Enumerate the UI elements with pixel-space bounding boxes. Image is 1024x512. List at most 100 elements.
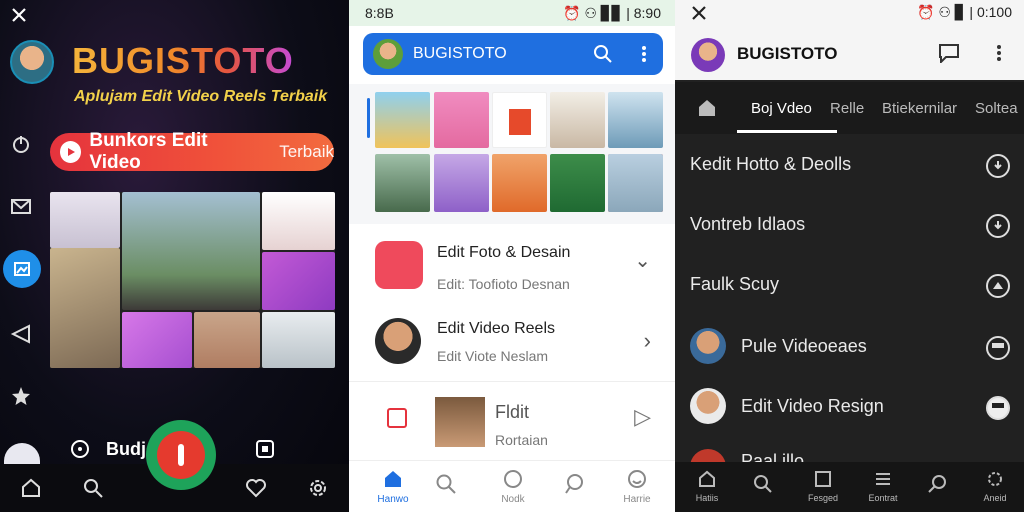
menu-item-label: Edit Video Resign	[741, 396, 884, 416]
list-item[interactable]: Edit Foto & Desain Edit: Toofioto Desnan…	[349, 226, 675, 304]
eject-icon[interactable]	[986, 274, 1010, 298]
collage-photo[interactable]	[122, 312, 192, 368]
bookmark-icon[interactable]	[387, 408, 407, 428]
square-icon[interactable]	[255, 439, 275, 459]
toggle-icon[interactable]	[986, 336, 1010, 360]
mail-icon[interactable]	[10, 195, 32, 217]
list-item[interactable]: Fldit Rortaian ▷	[349, 386, 675, 458]
collage-photo[interactable]	[122, 192, 260, 310]
grid-thumb[interactable]	[550, 154, 605, 212]
collage-photo[interactable]	[50, 192, 120, 248]
nav-explore[interactable]: Nodk	[491, 469, 535, 505]
grid-thumb[interactable]	[492, 92, 547, 148]
nav-label: Harrie	[623, 494, 651, 505]
status-icons: ⏰ ⚇ ▊ | 0:100	[917, 4, 1012, 20]
chat-bubble-icon[interactable]	[938, 43, 960, 63]
download-icon[interactable]	[986, 214, 1010, 238]
settings-icon[interactable]	[307, 477, 329, 499]
nav-home[interactable]: Hatiis	[689, 470, 725, 503]
promo-pill-button[interactable]: Bunkors Edit Video Terbaik	[50, 130, 334, 173]
nav-label: Hatiis	[695, 493, 719, 503]
nav-profile[interactable]: Harrie	[615, 469, 659, 505]
saved-icon	[815, 471, 831, 487]
tab-trending[interactable]: Btiekernilar	[882, 100, 957, 117]
play-outline-icon[interactable]: ▷	[634, 404, 651, 430]
star-icon[interactable]	[10, 385, 32, 407]
menu-item[interactable]: Edit Video Resign	[675, 382, 1024, 432]
search-icon[interactable]	[593, 44, 613, 64]
app-title: BUGISTOTO	[72, 40, 294, 81]
clock-icon[interactable]	[70, 439, 90, 459]
nav-chat[interactable]	[563, 473, 585, 500]
avatar[interactable]	[10, 40, 54, 84]
nav-home[interactable]: Hanwo	[371, 469, 415, 505]
menu-item[interactable]: Vontreb Idlaos	[675, 200, 1024, 250]
scroll-indicator[interactable]	[367, 98, 370, 138]
list-item-subtitle: Edit: Toofioto Desnan	[437, 276, 570, 292]
menu-item[interactable]: Faulk Scuy	[675, 260, 1024, 310]
panel-bugistoto-light: 8:8B ⏰ ⚇ ▊▊ | 8:90 BUGISTOTO Edit Foto &…	[349, 0, 675, 512]
close-icon[interactable]	[691, 5, 707, 21]
grid-thumb[interactable]	[375, 154, 430, 212]
status-bar: 8:8B ⏰ ⚇ ▊▊ | 8:90	[349, 0, 675, 26]
home-icon[interactable]	[20, 477, 42, 499]
download-icon[interactable]	[986, 154, 1010, 178]
power-icon[interactable]	[10, 133, 32, 155]
tab-saved[interactable]: Soltea	[975, 100, 1018, 117]
list-item-subtitle: Edit Viote Neslam	[437, 348, 549, 364]
list-item[interactable]: Edit Video Reels Edit Viote Neslam ›	[349, 304, 675, 382]
list-item-subtitle: Rortaian	[495, 432, 548, 448]
grid-thumb[interactable]	[492, 154, 547, 212]
nav-saved[interactable]: Fesged	[803, 470, 843, 503]
collage-photo[interactable]	[262, 192, 335, 250]
smile-icon	[628, 470, 646, 488]
avatar[interactable]	[691, 38, 725, 72]
record-button[interactable]	[146, 420, 216, 490]
chevron-down-icon[interactable]: ⌄	[634, 248, 651, 273]
image-icon[interactable]	[3, 250, 41, 288]
nav-contacts[interactable]: Eontrat	[861, 470, 905, 503]
chat-icon	[565, 474, 583, 494]
nav-label: Aneid	[983, 493, 1007, 503]
chevron-right-icon[interactable]: ›	[644, 328, 651, 354]
list-item-title: Edit Video Reels	[437, 320, 555, 337]
collage-photo[interactable]	[262, 252, 335, 310]
nav-search[interactable]	[753, 474, 773, 499]
grid-thumb[interactable]	[550, 92, 605, 148]
promo-pill-primary: Bunkors Edit Video	[89, 130, 208, 173]
menu-item[interactable]: Kedit Hotto & Deolls	[675, 140, 1024, 190]
thumbnail-grid	[349, 84, 675, 224]
collage-photo[interactable]	[50, 248, 120, 368]
home-icon[interactable]	[697, 98, 717, 118]
nav-search[interactable]	[435, 473, 457, 500]
status-icons: ⏰ ⚇ ▊▊ | 8:90	[563, 5, 661, 21]
nav-pin[interactable]	[927, 474, 947, 499]
menu-item-label: Vontreb Idlaos	[690, 214, 806, 234]
grid-thumb[interactable]	[434, 92, 489, 148]
tab-reels[interactable]: Relle	[830, 100, 864, 117]
nav-label: Fesged	[807, 493, 839, 503]
grid-thumb[interactable]	[608, 154, 663, 212]
collage-photo[interactable]	[262, 312, 335, 368]
menu-item[interactable]: Pule Videoeaes	[675, 322, 1024, 372]
camera-app-icon	[375, 241, 423, 289]
nav-settings[interactable]: Aneid	[977, 470, 1013, 503]
search-icon[interactable]	[82, 477, 104, 499]
avatar[interactable]	[373, 39, 403, 69]
close-icon[interactable]	[10, 6, 28, 24]
grid-thumb[interactable]	[375, 92, 430, 148]
collage-photo[interactable]	[194, 312, 260, 368]
tab-videos[interactable]: Boj Vdeo	[751, 100, 812, 117]
more-vert-icon[interactable]	[996, 43, 1002, 63]
toggle-icon[interactable]	[986, 396, 1010, 420]
settings-icon	[988, 472, 1002, 486]
tab-bar: Boj Vdeo Relle Btiekernilar Soltea	[675, 82, 1024, 134]
list-item-title: Edit Foto & Desain	[437, 244, 571, 261]
more-vert-icon[interactable]	[641, 44, 647, 64]
heart-icon[interactable]	[245, 477, 267, 499]
play-icon	[60, 141, 82, 163]
search-icon	[436, 474, 456, 494]
grid-thumb[interactable]	[434, 154, 489, 212]
send-icon[interactable]	[10, 323, 32, 345]
grid-thumb[interactable]	[608, 92, 663, 148]
